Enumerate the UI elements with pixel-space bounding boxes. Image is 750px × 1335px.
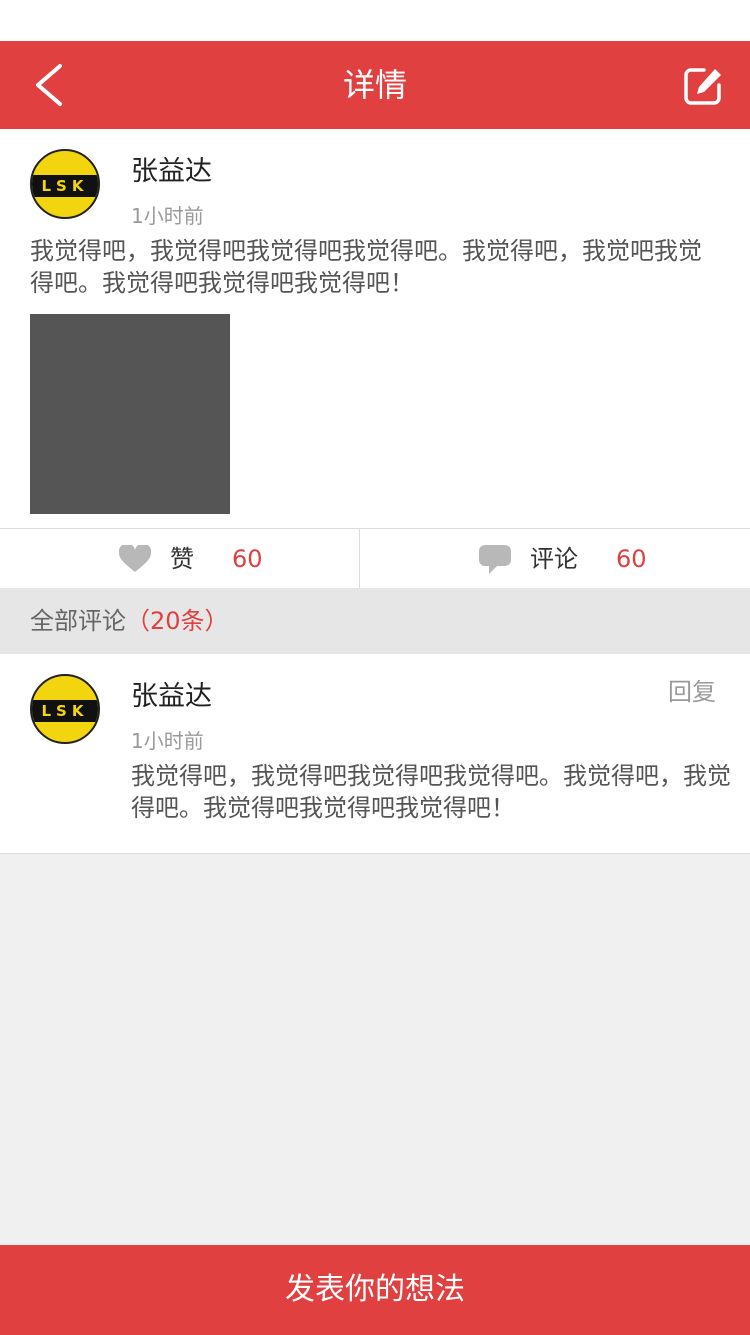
comments-title-text: 全部评论 xyxy=(30,607,126,635)
post-card: LSK 张益达 1小时前 我觉得吧，我觉得吧我觉得吧我觉得吧。我觉得吧，我觉吧我… xyxy=(0,129,750,528)
comment-author[interactable]: 张益达 xyxy=(131,674,212,713)
comment-label: 评论 xyxy=(530,545,578,573)
comments-title: 全部评论（20条） xyxy=(30,588,229,654)
post-time: 1小时前 xyxy=(131,204,204,228)
edit-button[interactable] xyxy=(682,65,724,107)
action-bar: 赞 60 评论 60 xyxy=(0,528,750,589)
avatar[interactable]: LSK xyxy=(30,149,100,219)
like-button[interactable]: 赞 60 xyxy=(0,529,359,589)
comments-count: （20条） xyxy=(126,607,229,635)
comment-text: 我觉得吧，我觉得吧我觉得吧我觉得吧。我觉得吧，我觉得吧。我觉得吧我觉得吧我觉得吧… xyxy=(131,762,731,822)
speech-bubble-icon xyxy=(479,545,511,574)
heart-icon xyxy=(119,545,151,572)
like-label: 赞 xyxy=(170,545,194,573)
status-bar xyxy=(0,0,750,41)
edit-icon xyxy=(684,68,721,105)
avatar-logo-text: LSK xyxy=(32,700,98,722)
reply-button[interactable]: 回复 xyxy=(668,672,716,707)
page-title: 详情 xyxy=(342,66,407,104)
post-author[interactable]: 张益达 xyxy=(131,149,212,188)
avatar-logo-text: LSK xyxy=(32,175,98,197)
post-thought-button[interactable]: 发表你的想法 xyxy=(0,1245,750,1335)
comment-count: 60 xyxy=(616,545,647,573)
nav-bar: 详情 xyxy=(0,41,750,129)
back-button[interactable] xyxy=(28,63,72,107)
chevron-left-icon xyxy=(36,64,62,106)
like-count: 60 xyxy=(232,545,263,573)
avatar[interactable]: LSK xyxy=(30,674,100,744)
post-text: 我觉得吧，我觉得吧我觉得吧我觉得吧。我觉得吧，我觉吧我觉得吧。我觉得吧我觉得吧我… xyxy=(30,237,702,297)
comment-item: LSK 张益达 1小时前 回复 我觉得吧，我觉得吧我觉得吧我觉得吧。我觉得吧，我… xyxy=(0,654,750,854)
comment-button[interactable]: 评论 60 xyxy=(360,529,750,589)
post-image[interactable] xyxy=(30,314,230,514)
comment-time: 1小时前 xyxy=(131,729,204,753)
comments-header: 全部评论（20条） xyxy=(0,588,750,654)
